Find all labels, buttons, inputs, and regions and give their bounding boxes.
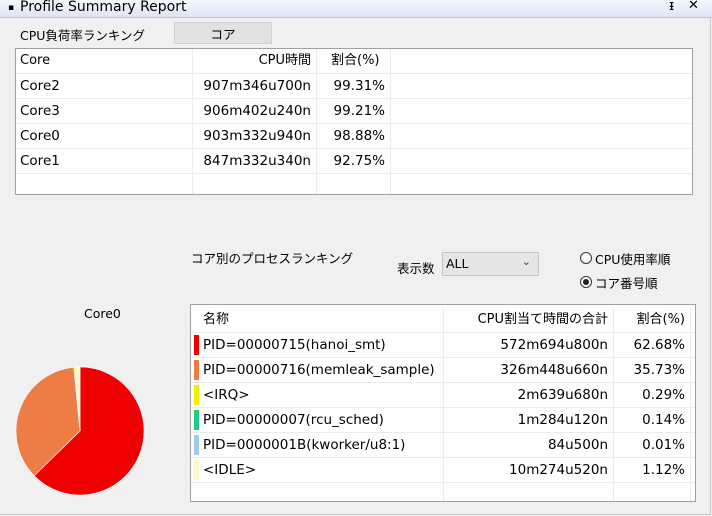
column-header-core[interactable]: Core xyxy=(16,49,193,73)
process-name-cell: PID=00000715(hanoi_smt) xyxy=(191,333,444,357)
table-row[interactable]: Core3 906m402u240n 99.21% xyxy=(16,99,692,124)
table-row[interactable]: PID=00000716(memleak_sample) 326m448u660n… xyxy=(191,358,695,383)
empty-row xyxy=(191,483,695,501)
ratio-cell: 98.88% xyxy=(317,124,391,148)
core-cell: Core3 xyxy=(16,99,193,123)
empty-cell xyxy=(191,483,444,501)
table-row[interactable]: Core2 907m346u700n 99.31% xyxy=(16,74,692,99)
sort-cpu-usage-radio[interactable]: CPU使用率順 xyxy=(580,249,670,267)
radio-button-icon xyxy=(580,252,592,264)
table-row[interactable]: <IRQ> 2m639u680n 0.29% xyxy=(191,383,695,408)
cpu-time-cell: 2m639u680n xyxy=(444,383,614,407)
ratio-cell: 35.73% xyxy=(614,358,691,382)
display-count-label: 表示数 xyxy=(397,261,435,276)
cpu-ranking-label: CPU負荷率ランキング xyxy=(20,28,146,43)
empty-cell xyxy=(193,174,317,194)
cpu-time-cell: 326m448u660n xyxy=(444,358,614,382)
ratio-cell: 1.12% xyxy=(614,458,691,482)
ratio-cell: 99.31% xyxy=(317,74,391,98)
radio-selected-icon xyxy=(580,276,592,288)
cpu-time-cell: 572m694u800n xyxy=(444,333,614,357)
table-row[interactable]: PID=00000715(hanoi_smt) 572m694u800n 62.68… xyxy=(191,333,695,358)
empty-cell xyxy=(444,483,614,501)
cpu-time-cell: 903m332u940n xyxy=(193,124,317,148)
empty-cell xyxy=(16,174,193,194)
ratio-cell: 0.29% xyxy=(614,383,691,407)
process-name-cell: <IDLE> xyxy=(191,458,444,482)
process-name: PID=00000715(hanoi_smt) xyxy=(203,337,386,353)
column-header-ratio[interactable]: 割合(%) xyxy=(317,49,391,73)
process-name-cell: PID=00000716(memleak_sample) xyxy=(191,358,444,382)
process-ranking-label: コア別のプロセスランキング xyxy=(191,251,354,266)
process-name: <IRQ> xyxy=(203,387,250,403)
core-cell: Core0 xyxy=(16,124,193,148)
color-swatch xyxy=(194,435,199,455)
color-swatch xyxy=(194,410,199,430)
ratio-cell: 92.75% xyxy=(317,149,391,173)
pin-icon[interactable]: ᵻ xyxy=(669,0,674,14)
column-header-ratio[interactable]: 割合(%) xyxy=(614,308,691,332)
process-name-cell: <IRQ> xyxy=(191,383,444,407)
display-count-select[interactable]: ALL ⌄ xyxy=(442,252,539,276)
process-name: PID=00000716(memleak_sample) xyxy=(203,362,435,378)
process-name: PID=00000007(rcu_sched) xyxy=(203,412,384,428)
title-bar: ▪ Profile Summary Report ᵻ ✕ xyxy=(0,0,712,18)
column-header-cpu-time[interactable]: CPU時間 xyxy=(193,49,317,73)
ratio-cell: 99.21% xyxy=(317,99,391,123)
table-row[interactable]: Core0 903m332u940n 98.88% xyxy=(16,124,692,149)
table-row[interactable]: PID=00000007(rcu_sched) 1m284u120n 0.14% xyxy=(191,408,695,433)
sort-core-number-radio[interactable]: コア番号順 xyxy=(580,273,658,291)
core-cell: Core2 xyxy=(16,74,193,98)
empty-cell xyxy=(614,483,691,501)
process-share-pie-chart xyxy=(15,366,145,496)
chevron-down-icon: ⌄ xyxy=(521,255,531,268)
pie-chart-title: Core0 xyxy=(84,306,121,321)
cpu-time-cell: 906m402u240n xyxy=(193,99,317,123)
cpu-time-cell: 1m284u120n xyxy=(444,408,614,432)
process-name: <IDLE> xyxy=(203,462,257,478)
color-swatch xyxy=(194,360,199,380)
process-name: PID=0000001B(kworker/u8:1) xyxy=(203,437,406,453)
core-button[interactable]: コア xyxy=(174,22,272,44)
cpu-time-cell: 10m274u520n xyxy=(444,458,614,482)
sort-core-number-label: コア番号順 xyxy=(595,275,658,291)
core-cell: Core1 xyxy=(16,149,193,173)
close-icon[interactable]: ✕ xyxy=(688,0,699,13)
table-header: Core CPU時間 割合(%) xyxy=(16,49,692,74)
color-swatch xyxy=(194,385,199,405)
window-menu-icon[interactable]: ▪ xyxy=(8,3,14,13)
table-row[interactable]: PID=0000001B(kworker/u8:1) 84u500n 0.01% xyxy=(191,433,695,458)
ratio-cell: 62.68% xyxy=(614,333,691,357)
table-row[interactable]: Core1 847m332u340n 92.75% xyxy=(16,149,692,174)
table-header: 名称 CPU割当て時間の合計 割合(%) xyxy=(191,308,695,333)
sort-cpu-usage-label: CPU使用率順 xyxy=(595,251,671,267)
table-row[interactable]: <IDLE> 10m274u520n 1.12% xyxy=(191,458,695,483)
color-swatch xyxy=(194,460,199,480)
color-swatch xyxy=(194,335,199,355)
column-header-cpu-time-total[interactable]: CPU割当て時間の合計 xyxy=(444,308,614,332)
cpu-time-cell: 847m332u340n xyxy=(193,149,317,173)
ratio-cell: 0.14% xyxy=(614,408,691,432)
process-name-cell: PID=0000001B(kworker/u8:1) xyxy=(191,433,444,457)
process-ranking-table: 名称 CPU割当て時間の合計 割合(%) PID=00000715(hanoi_… xyxy=(190,304,696,502)
empty-cell xyxy=(317,174,391,194)
cpu-time-cell: 907m346u700n xyxy=(193,74,317,98)
column-header-name[interactable]: 名称 xyxy=(191,308,444,332)
window-title: Profile Summary Report xyxy=(20,0,187,15)
ratio-cell: 0.01% xyxy=(614,433,691,457)
display-count-value: ALL xyxy=(446,256,469,271)
empty-row xyxy=(16,174,692,194)
process-name-cell: PID=00000007(rcu_sched) xyxy=(191,408,444,432)
cpu-time-cell: 84u500n xyxy=(444,433,614,457)
cpu-ranking-table: Core CPU時間 割合(%) Core2 907m346u700n 99.3… xyxy=(15,48,693,195)
